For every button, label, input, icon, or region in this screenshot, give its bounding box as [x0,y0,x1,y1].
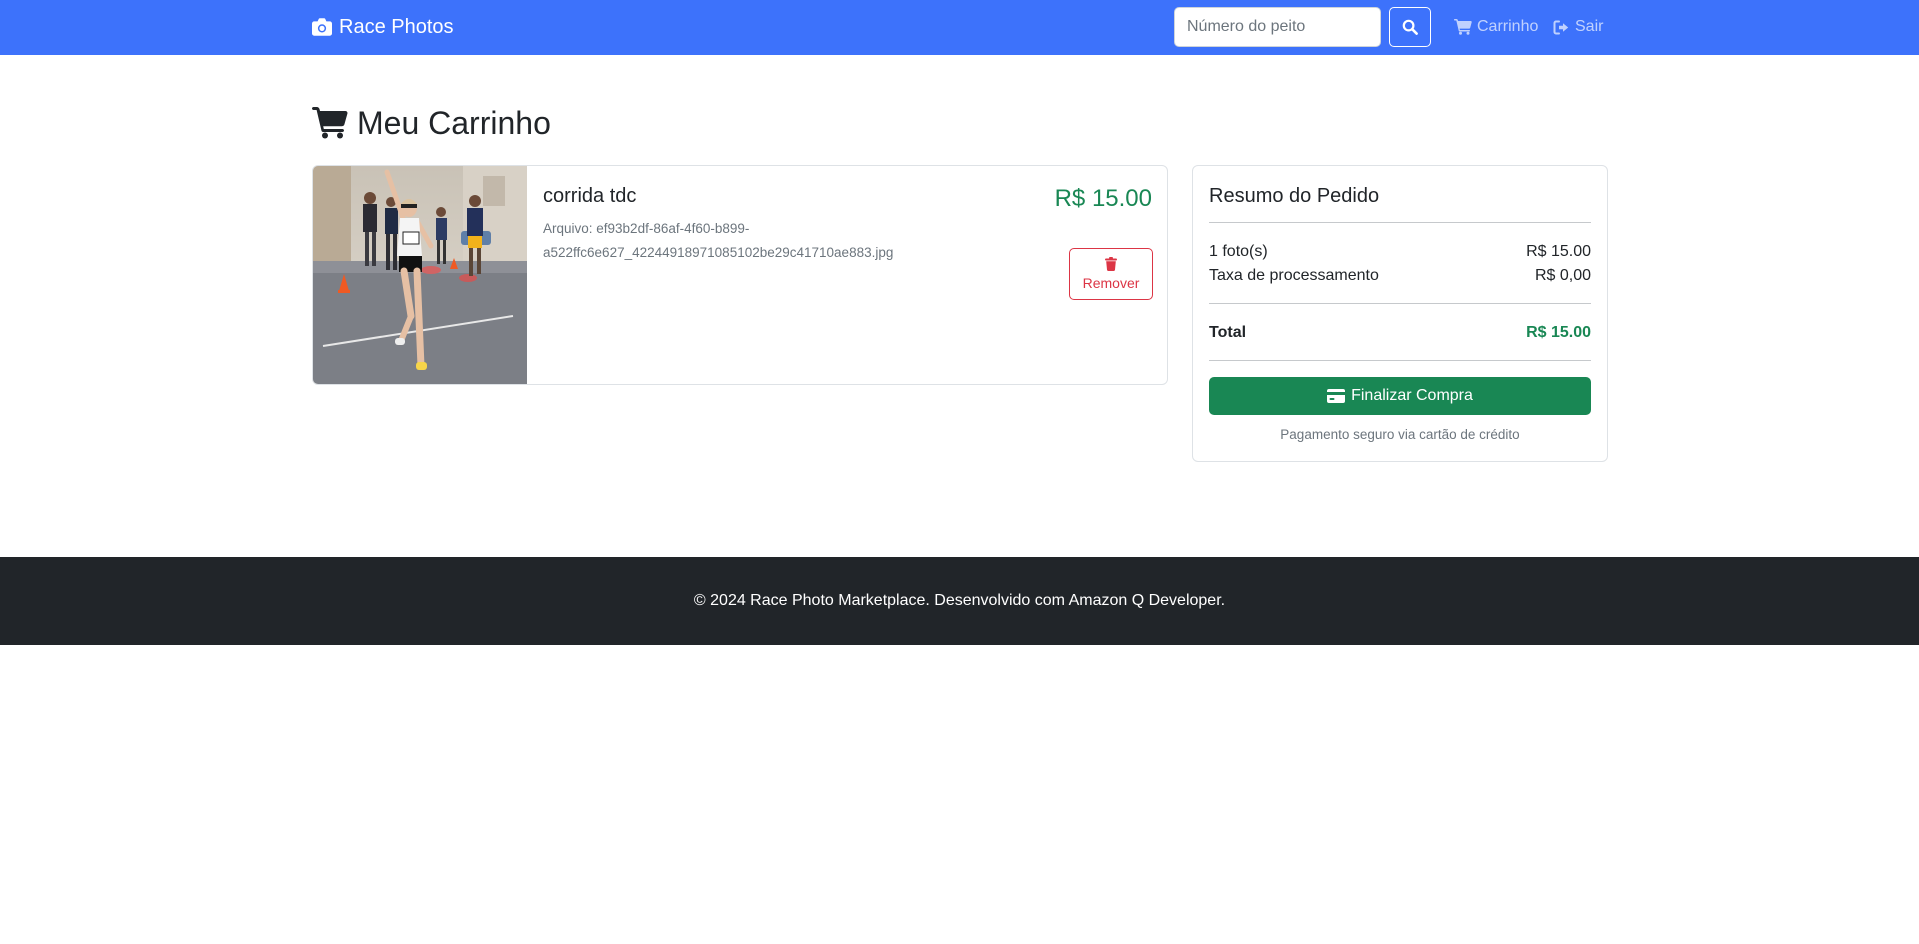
navbar: Race Photos Carrinho Sair [0,0,1919,55]
trash-icon [1105,257,1117,271]
nav-link-logout-label: Sair [1575,18,1604,35]
checkout-button-label: Finalizar Compra [1351,387,1473,404]
cart-icon [1454,19,1472,35]
bib-number-search-input[interactable] [1174,7,1381,47]
summary-total-label: Total [1209,324,1247,341]
summary-row-total: Total R$ 15.00 [1209,322,1591,344]
summary-row-photos: 1 foto(s) R$ 15.00 [1209,241,1591,263]
camera-icon [312,18,332,36]
divider [1209,360,1591,361]
remove-item-label: Remover [1082,275,1140,291]
search-icon [1402,19,1418,35]
nav-link-logout[interactable]: Sair [1553,16,1603,38]
cart-item-card: corrida tdc Arquivo: ef93b2df-86af-4f60-… [312,165,1168,385]
order-summary-title: Resumo do Pedido [1209,185,1380,207]
order-summary-card: Resumo do Pedido 1 foto(s) R$ 15.00 Taxa… [1192,165,1608,462]
summary-fee-value: R$ 0,00 [1534,267,1591,284]
search-button[interactable] [1389,7,1431,47]
summary-row-fee: Taxa de processamento R$ 0,00 [1209,265,1591,287]
cart-item-title: corrida tdc [543,185,637,207]
remove-item-button[interactable]: Remover [1069,248,1153,300]
nav-link-cart[interactable]: Carrinho [1454,16,1538,38]
divider [1209,303,1591,304]
nav-link-cart-label: Carrinho [1477,18,1539,35]
checkout-button[interactable]: Finalizar Compra [1209,377,1591,415]
page-title-text: Meu Carrinho [357,105,551,141]
cart-item-price: R$ 15.00 [1054,185,1152,212]
page-title: Meu Carrinho [312,103,551,143]
footer: © 2024 Race Photo Marketplace. Desenvolv… [0,557,1919,645]
divider [1209,222,1591,223]
sign-out-icon [1553,20,1570,35]
brand-link[interactable]: Race Photos [312,14,454,40]
credit-card-icon [1327,389,1346,403]
brand-name: Race Photos [339,16,454,38]
summary-total-value: R$ 15.00 [1526,324,1591,341]
summary-photos-value: R$ 15.00 [1526,243,1591,260]
summary-photos-label: 1 foto(s) [1209,243,1268,260]
summary-fee-label: Taxa de processamento [1209,267,1379,284]
cart-icon [312,107,348,139]
runner-photo [313,166,527,384]
footer-copyright: © 2024 Race Photo Marketplace. Desenvolv… [693,592,1226,609]
secure-payment-note: Pagamento seguro via cartão de crédito [1280,427,1520,442]
cart-item-filename: Arquivo: ef93b2df-86af-4f60-b899-a522ffc… [543,221,894,260]
